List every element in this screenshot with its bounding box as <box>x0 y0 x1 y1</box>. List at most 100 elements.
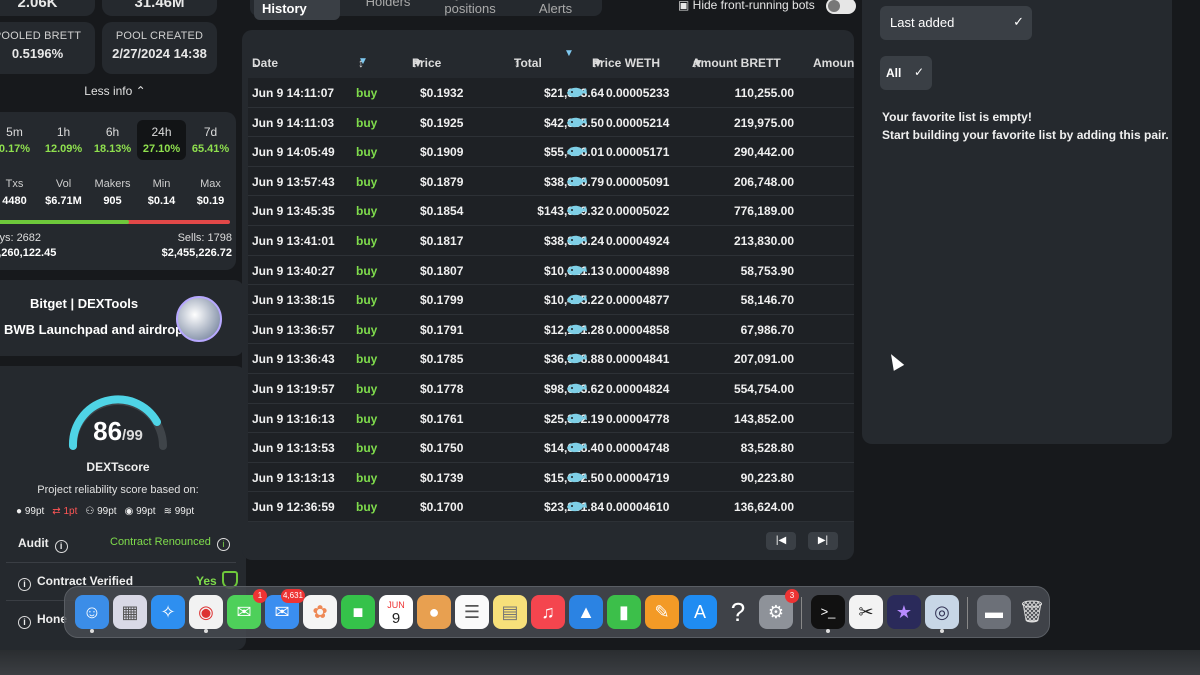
table-body: Jun 9 14:11:07buy$0.1932$21,303.640.0000… <box>248 78 854 522</box>
table-row[interactable]: Jun 9 13:57:43buy$0.1879$38,860.790.0000… <box>248 166 854 197</box>
app-store-icon[interactable]: A <box>683 595 717 629</box>
trade-price: $0.1761 <box>420 411 464 426</box>
header-label: Amount BRETT <box>692 56 781 70</box>
info-icon[interactable]: i <box>216 538 230 551</box>
running-indicator <box>940 629 944 633</box>
pooled-value: 0.5196% <box>11 46 64 61</box>
finder-icon[interactable]: ☺ <box>75 595 109 633</box>
tab-my-positions[interactable]: My positions <box>436 0 513 20</box>
music-icon[interactable]: ♫ <box>531 595 565 629</box>
chrome-icon[interactable]: ◉ <box>189 595 223 633</box>
help-icon[interactable]: ? <box>721 595 755 629</box>
filter-select[interactable]: All ✓ <box>880 56 932 90</box>
table-row[interactable]: Jun 9 12:36:59buy$0.1700$23,231.840.0000… <box>248 492 854 522</box>
trade-date: Jun 9 12:36:59 <box>252 500 335 515</box>
imovie-icon[interactable]: ★ <box>887 595 921 629</box>
table-row[interactable]: Jun 9 13:36:57buy$0.1791$12,181.280.0000… <box>248 314 854 345</box>
contacts-icon[interactable]: ● <box>417 595 451 629</box>
sort-select[interactable]: Last added ✓ <box>880 6 1032 40</box>
preview-icon[interactable]: ◎ <box>925 595 959 633</box>
tab-holders[interactable]: Holders <box>358 0 419 13</box>
table-row[interactable]: Jun 9 14:05:49buy$0.1909$55,456.010.0000… <box>248 137 854 167</box>
tab-trade-history[interactable]: Trade History <box>254 0 340 20</box>
timeframe-tabs: 5m 0.17% 1h 12.09% 6h 18.13% 24h 27.10% 7d 65… <box>0 120 236 160</box>
timeframe-5m[interactable]: 5m 0.17% <box>0 120 39 160</box>
table-row[interactable]: Jun 9 13:45:35buy$0.1854$143,909.320.000… <box>248 196 854 226</box>
trade-tabs: Trade History Holders My positions Price… <box>250 0 602 20</box>
table-row[interactable]: Jun 9 13:19:57buy$0.1778$98,643.620.0000… <box>248 373 854 404</box>
messages-icon[interactable]: ✉ 1 <box>227 589 267 629</box>
table-row[interactable]: Jun 9 13:16:13buy$0.1761$25,332.190.0000… <box>248 403 854 434</box>
first-page-button[interactable]: |◀ <box>766 532 796 550</box>
less-info-button[interactable]: Less info ⌃ <box>0 84 230 98</box>
whale-icon <box>566 498 588 517</box>
timeframe-1h[interactable]: 1h 12.09% <box>39 120 88 160</box>
trade-amount-brett: 110,255.00 <box>734 86 794 100</box>
sort-icon: ↕ <box>514 56 520 70</box>
dock-separator <box>801 597 802 629</box>
trade-price: $0.1700 <box>420 500 464 515</box>
filter-icon[interactable]: ▼ <box>564 48 574 59</box>
trade-date: Jun 9 13:45:35 <box>252 204 335 219</box>
table-row[interactable]: Jun 9 14:11:07buy$0.1932$21,303.640.0000… <box>248 78 854 108</box>
hide-bots-toggle[interactable] <box>826 0 856 14</box>
pool-created-value: 2/27/2024 14:38 <box>112 46 207 61</box>
trade-price: $0.1739 <box>420 470 464 485</box>
info-icon[interactable]: i <box>54 540 68 553</box>
whale-icon <box>566 202 588 221</box>
trade-price: $0.1807 <box>420 263 464 278</box>
bitget-promo-banner[interactable]: Bitget | DEXTools BWB Launchpad and aird… <box>0 280 244 356</box>
notes-icon[interactable]: ▤ <box>493 595 527 629</box>
safari-icon[interactable]: ✧ <box>151 595 185 629</box>
reminders-icon[interactable]: ☰ <box>455 595 489 629</box>
table-row[interactable]: Jun 9 13:41:01buy$0.1817$38,856.240.0000… <box>248 225 854 256</box>
pages-icon[interactable]: ✎ <box>645 595 679 629</box>
buy-ratio-fill <box>0 220 130 224</box>
system-settings-icon[interactable]: ⚙ 3 <box>759 589 799 629</box>
trade-date: Jun 9 13:16:13 <box>252 411 335 426</box>
tab-price-alerts[interactable]: Price Alerts <box>531 0 602 20</box>
check-icon: ✓ <box>1013 14 1024 29</box>
calendar-icon[interactable]: JUN 9 <box>379 595 413 629</box>
trade-date: Jun 9 13:36:57 <box>252 322 335 337</box>
next-page-button[interactable]: ▶| <box>808 532 838 550</box>
trade-type: buy <box>356 322 378 337</box>
capcut-icon[interactable]: ✂ <box>849 595 883 629</box>
trade-price: $0.1750 <box>420 441 464 456</box>
trade-price-weth: 0.00004841 <box>606 352 670 367</box>
downloads-stack-icon[interactable]: ▬ <box>977 595 1011 629</box>
table-row[interactable]: Jun 9 13:40:27buy$0.1807$10,621.130.0000… <box>248 255 854 286</box>
timeframe-6h[interactable]: 6h 18.13% <box>88 120 137 160</box>
table-row[interactable]: Jun 9 14:11:03buy$0.1925$42,355.500.0000… <box>248 107 854 138</box>
trade-price: $0.1854 <box>420 204 464 219</box>
trash-icon[interactable]: 🗑 <box>1015 595 1049 629</box>
terminal-icon[interactable]: >_ <box>811 595 845 633</box>
points-value: 99pt <box>174 506 195 517</box>
keynote-icon[interactable]: ▲ <box>569 595 603 629</box>
mail-icon[interactable]: ✉ 4,631 <box>265 589 305 629</box>
table-row[interactable]: Jun 9 13:13:53buy$0.1750$14,618.400.0000… <box>248 433 854 463</box>
trade-price-weth: 0.00005022 <box>606 204 670 219</box>
stat-vol: Vol $6.71M <box>39 178 88 207</box>
numbers-icon[interactable]: ▮ <box>607 595 641 629</box>
whale-icon <box>566 439 588 458</box>
trade-price-weth: 0.00005091 <box>606 174 670 189</box>
facetime-icon[interactable]: ■ <box>341 595 375 629</box>
running-indicator <box>204 629 208 633</box>
whale-icon <box>566 469 588 488</box>
timeframe-label: 6h <box>105 125 120 139</box>
launchpad-icon[interactable]: ▦ <box>113 595 147 629</box>
trade-price: $0.1785 <box>420 352 464 367</box>
info-icon[interactable]: i <box>18 616 31 629</box>
less-info-label: Less info <box>84 84 133 98</box>
info-icon[interactable]: i <box>18 578 31 591</box>
stat-makers: Makers 905 <box>88 178 137 207</box>
table-row[interactable]: Jun 9 13:36:43buy$0.1785$36,978.880.0000… <box>248 344 854 374</box>
photos-icon[interactable]: ✿ <box>303 595 337 629</box>
pagination: |◀ ▶| <box>766 532 838 550</box>
trade-amount-brett: 219,975.00 <box>733 115 794 130</box>
timeframe-24h[interactable]: 24h 27.10% <box>137 120 186 160</box>
table-row[interactable]: Jun 9 13:38:15buy$0.1799$10,465.220.0000… <box>248 285 854 315</box>
table-row[interactable]: Jun 9 13:13:13buy$0.1739$15,692.500.0000… <box>248 462 854 493</box>
timeframe-7d[interactable]: 7d 65.41% <box>186 120 235 160</box>
